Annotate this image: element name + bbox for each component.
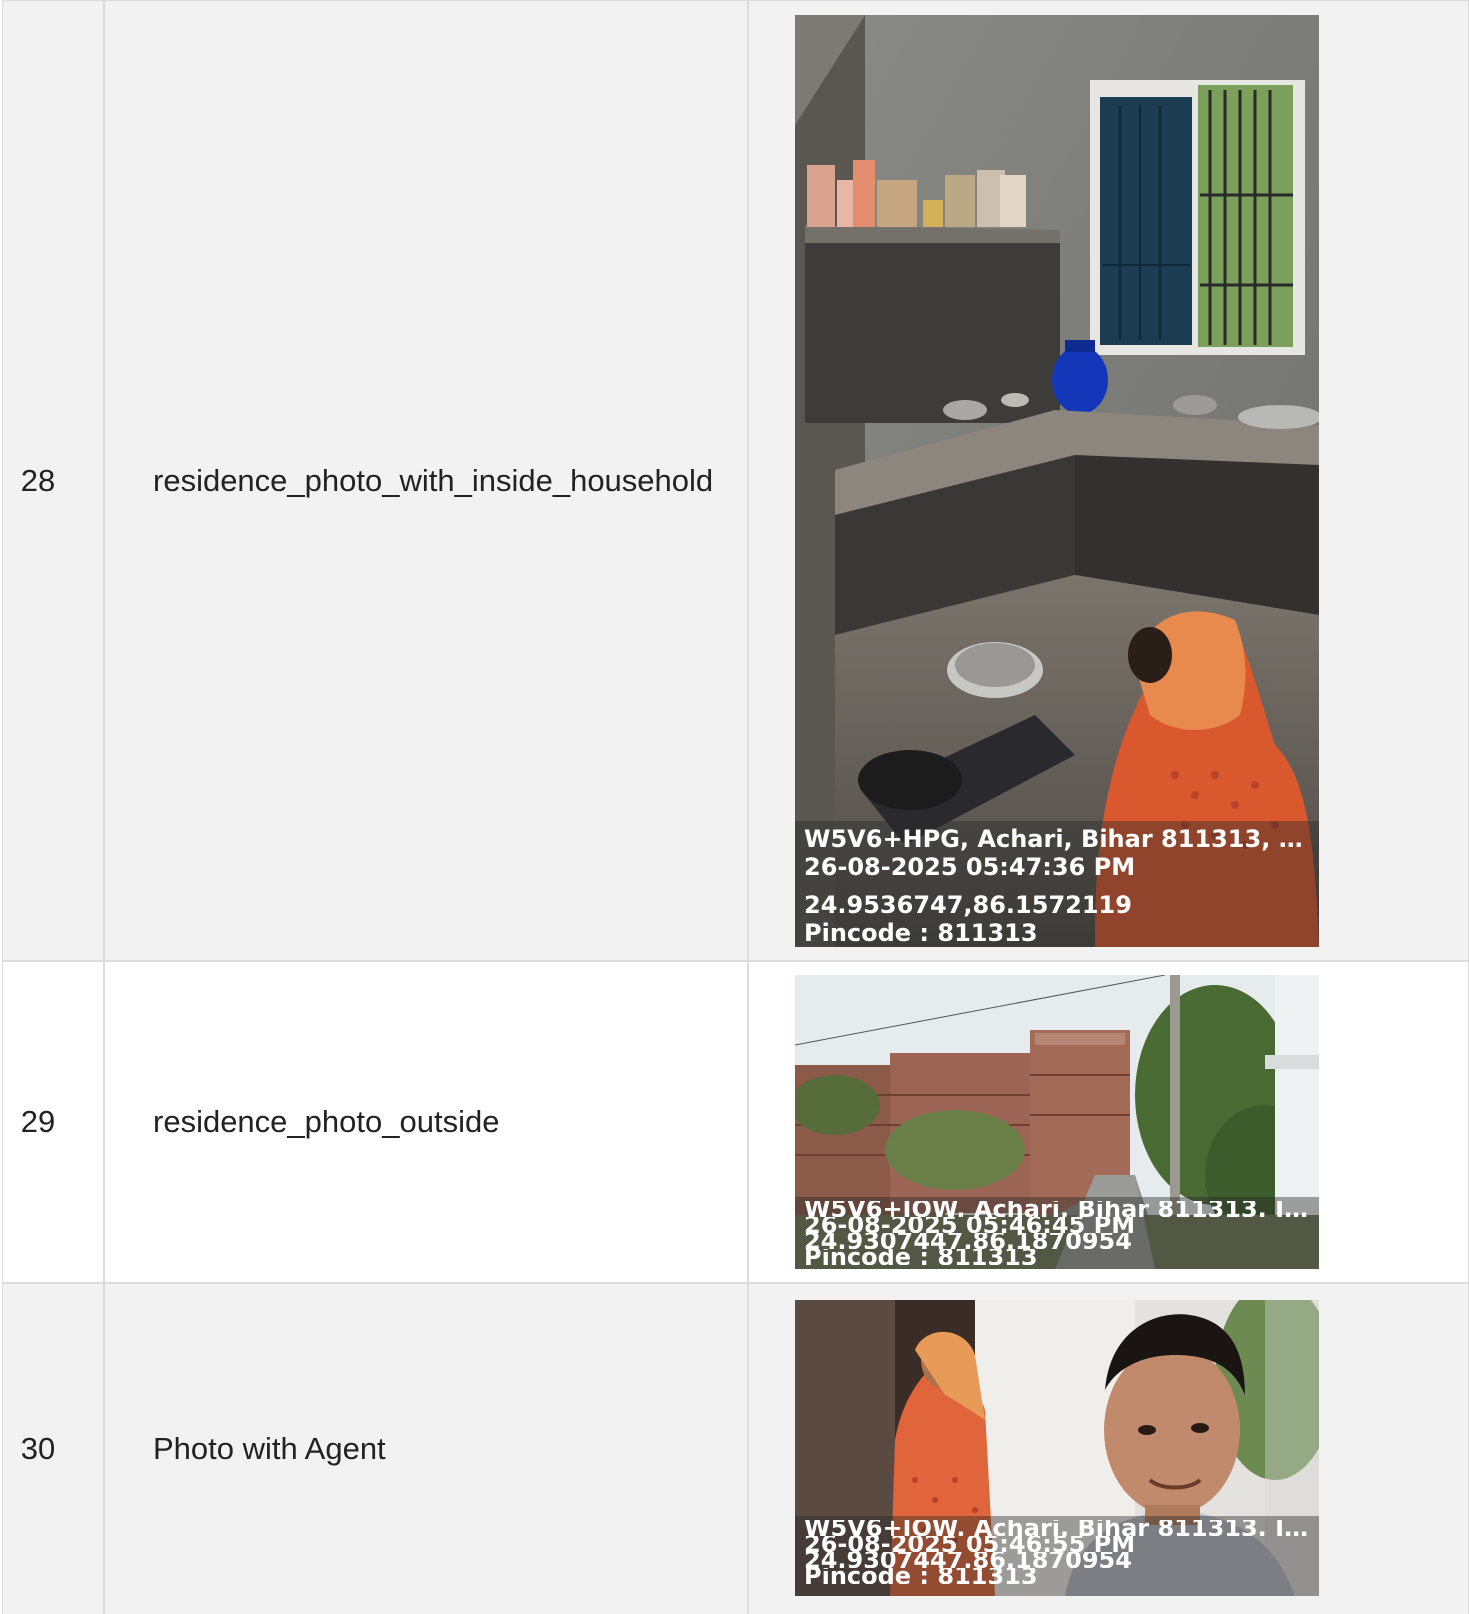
geotag-coordinates: 24.9536747,86.1572119	[804, 890, 1132, 919]
geotag-coordinates: 24.9307447,86.1870954	[804, 1233, 1132, 1249]
geotag-pincode: Pincode : 811313	[804, 1568, 1038, 1584]
outside-photo[interactable]: W5V6+JOW, Achari, Bihar 811313, India ..…	[795, 975, 1319, 1269]
photo-geotag-overlay: W5V6+JOW, Achari, Bihar 811313, India ..…	[795, 1516, 1319, 1596]
row-label: Photo with Agent	[105, 1284, 749, 1614]
geotag-address: W5V6+JOW, Achari, Bihar 811313, India ..…	[804, 1201, 1311, 1217]
row-number: 28	[3, 1, 105, 960]
agent-photo[interactable]: W5V6+JOW, Achari, Bihar 811313, India ..…	[795, 1300, 1319, 1596]
kitchen-photo[interactable]: W5V6+HPG, Achari, Bihar 811313, India ..…	[795, 14, 1319, 947]
row-number: 30	[3, 1284, 105, 1614]
geotag-pincode: Pincode : 811313	[804, 918, 1038, 947]
geotag-timestamp: 26-08-2025 05:46:45 PM	[804, 1217, 1136, 1233]
table-row: 30 Photo with Agent W5V6+JOW, Achari, Bi…	[3, 1284, 1469, 1614]
geotag-coordinates: 24.9307447,86.1870954	[804, 1552, 1132, 1568]
row-label: residence_photo_with_inside_household	[105, 1, 749, 960]
photo-geotag-overlay: W5V6+JOW, Achari, Bihar 811313, India ..…	[795, 1197, 1319, 1269]
table-row: 29 residence_photo_outside W5V6+JOW, Ach…	[3, 962, 1469, 1284]
photo-cell: W5V6+JOW, Achari, Bihar 811313, India ..…	[749, 1284, 1469, 1614]
table-row: 28 residence_photo_with_inside_household	[3, 1, 1469, 962]
kitchen-photo-image	[795, 14, 1319, 947]
geotag-pincode: Pincode : 811313	[804, 1249, 1038, 1265]
geotag-timestamp: 26-08-2025 05:47:36 PM	[804, 852, 1136, 881]
row-number: 29	[3, 962, 105, 1282]
geotag-timestamp: 26-08-2025 05:46:55 PM	[804, 1536, 1136, 1552]
geotag-address: W5V6+JOW, Achari, Bihar 811313, India ..…	[804, 1520, 1311, 1536]
photo-cell: W5V6+JOW, Achari, Bihar 811313, India ..…	[749, 962, 1469, 1282]
row-label: residence_photo_outside	[105, 962, 749, 1282]
photo-table: 28 residence_photo_with_inside_household	[2, 0, 1469, 1614]
photo-geotag-overlay: W5V6+HPG, Achari, Bihar 811313, India ..…	[795, 820, 1319, 947]
photo-cell: W5V6+HPG, Achari, Bihar 811313, India ..…	[749, 1, 1469, 960]
geotag-address: W5V6+HPG, Achari, Bihar 811313, India ..…	[804, 824, 1311, 853]
